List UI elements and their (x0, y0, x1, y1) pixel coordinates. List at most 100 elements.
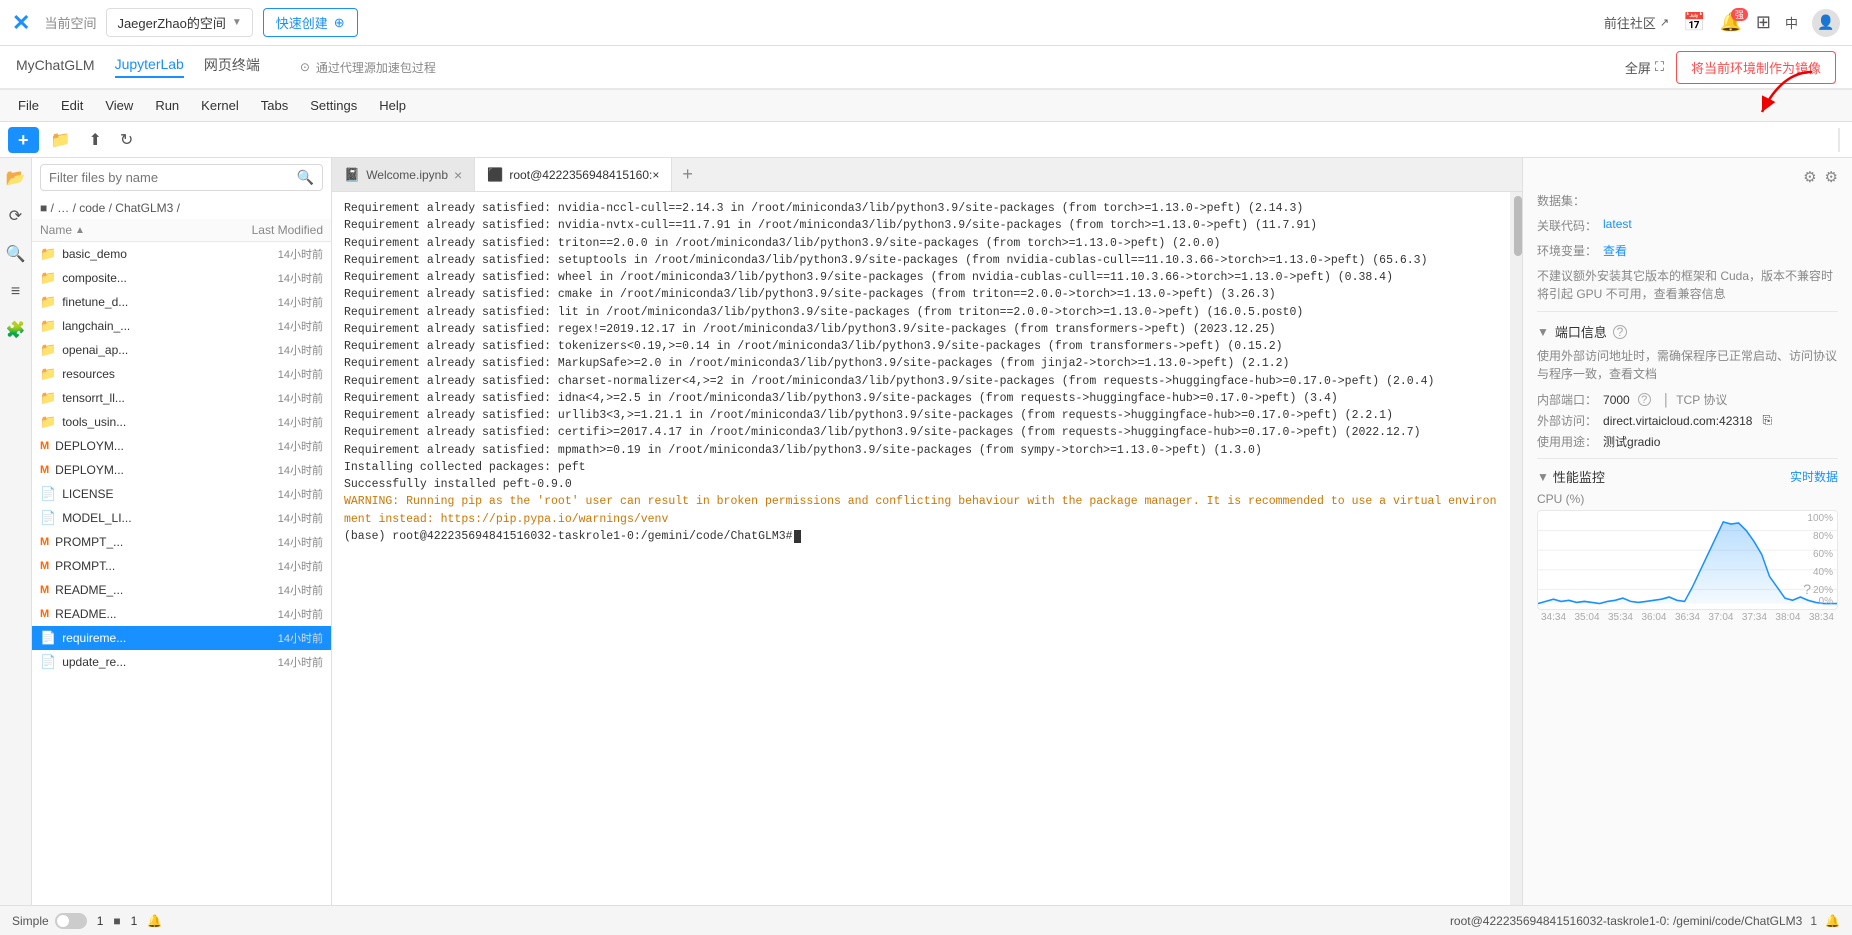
file-item[interactable]: 📁resources14小时前 (32, 362, 331, 386)
simple-toggle[interactable]: Simple (12, 913, 87, 929)
file-icon: 📄 (40, 486, 56, 502)
rp-env-warning: 不建议额外安装其它版本的框架和 Cuda，版本不兼容时将引起 GPU 不可用，查… (1537, 267, 1838, 303)
menu-settings[interactable]: Settings (300, 94, 367, 117)
file-item[interactable]: 📄LICENSE14小时前 (32, 482, 331, 506)
file-item[interactable]: 📁composite...14小时前 (32, 266, 331, 290)
upload-button[interactable]: 📁 (45, 128, 77, 152)
file-item[interactable]: MDEPLOYM...14小时前 (32, 458, 331, 482)
quick-create-button[interactable]: 快速创建 ⊕ (263, 8, 358, 37)
rp-internal-port-value: 7000 (1603, 393, 1630, 407)
tab-terminal[interactable]: ⬛ root@4222356948415160:× (475, 158, 672, 191)
avatar[interactable]: 👤 (1812, 9, 1840, 37)
rp-realtime-button[interactable]: 实时数据 (1790, 468, 1838, 485)
notification-badge: 强 (1731, 8, 1748, 21)
file-name: openai_ap... (62, 343, 253, 357)
file-date: 14小时前 (253, 270, 323, 286)
add-tab-button[interactable]: + (672, 164, 703, 185)
sidebar-search-icon[interactable]: 🔍 (4, 242, 28, 266)
file-date: 14小时前 (253, 438, 323, 454)
menu-help[interactable]: Help (369, 94, 416, 117)
rp-port-help-icon[interactable]: ? (1613, 325, 1627, 339)
file-item[interactable]: 📄update_re...14小时前 (32, 650, 331, 674)
toggle-track[interactable] (55, 913, 87, 929)
file-item[interactable]: MPROMPT_...14小时前 (32, 530, 331, 554)
rp-copy-icon[interactable]: ⎘ (1762, 413, 1772, 428)
rp-settings-icon[interactable]: ⚙ (1803, 168, 1816, 186)
menu-edit[interactable]: Edit (51, 94, 93, 117)
file-item[interactable]: 📄requireme...14小时前 (32, 626, 331, 650)
rp-external-value: direct.virtaicloud.com:42318 (1603, 414, 1752, 428)
search-box: 🔍 (40, 164, 323, 191)
status-bar-right: root@42223569484​15160​32-taskrole1-0: /… (1450, 914, 1840, 928)
menu-kernel[interactable]: Kernel (191, 94, 249, 117)
space-selector[interactable]: JaegerZhao的空间 ▼ (106, 8, 252, 37)
file-name: resources (62, 367, 253, 381)
menu-tabs[interactable]: Tabs (251, 94, 298, 117)
menu-file[interactable]: File (8, 94, 49, 117)
scrollbar[interactable] (1510, 192, 1522, 905)
tab-mychatglm[interactable]: MyChatGLM (16, 57, 95, 77)
apps-icon-btn[interactable]: ⊞ (1756, 12, 1771, 33)
terminal-warn-line: WARNING: Running pip as the 'root' user … (344, 493, 1498, 528)
plus-icon: ⊕ (334, 15, 345, 31)
file-item[interactable]: MREADME_...14小时前 (32, 578, 331, 602)
bell-icon-btn[interactable]: 🔔 强 (1719, 12, 1741, 33)
sidebar-running-icon[interactable]: ⟳ (4, 204, 28, 228)
cpu-time-label: 38:04 (1775, 612, 1800, 623)
sidebar-list-icon[interactable]: ≡ (4, 280, 28, 304)
rp-port-arrow[interactable]: ▼ (1537, 325, 1549, 339)
status-icon2: 🔔 (147, 914, 162, 928)
file-item[interactable]: 📁basic_demo14小时前 (32, 242, 331, 266)
new-file-button[interactable]: + (8, 127, 39, 153)
tab-jupyterlab[interactable]: JupyterLab (115, 56, 184, 78)
file-name: composite... (62, 271, 253, 285)
file-item[interactable]: 📁tensorrt_ll...14小时前 (32, 386, 331, 410)
col-name-header[interactable]: Name ▲ (40, 223, 243, 237)
file-item[interactable]: MDEPLOYM...14小时前 (32, 434, 331, 458)
proxy-tab[interactable]: ⊙ 通过代理源加速包过程 (300, 59, 436, 76)
file-date: 14小时前 (253, 558, 323, 574)
scroll-thumb[interactable] (1514, 196, 1522, 256)
cpu-0-label: 0% (1819, 596, 1833, 607)
right-panel: ⚙ ⚙ 数据集： 关联代码： latest 环境变量： 查看 不建议额外安装其它… (1522, 158, 1852, 905)
rp-related-code-value[interactable]: latest (1603, 217, 1838, 231)
search-input[interactable] (49, 170, 297, 185)
file-icon: 📄 (40, 510, 56, 526)
file-item[interactable]: 📁langchain_...14小时前 (32, 314, 331, 338)
cpu-help-icon[interactable]: ? (1803, 581, 1811, 597)
rp-port-help2-icon[interactable]: ? (1638, 393, 1651, 406)
file-item[interactable]: MPROMPT...14小时前 (32, 554, 331, 578)
file-item[interactable]: 📁finetune_d...14小时前 (32, 290, 331, 314)
cpu-time-label: 36:34 (1675, 612, 1700, 623)
rp-perf-arrow[interactable]: ▼ (1537, 470, 1549, 484)
terminal-line: Requirement already satisfied: tokenizer… (344, 338, 1498, 355)
cpu-chart: 100% 80% 60% 40% 20% 0% ? (1537, 510, 1838, 610)
tab-close-welcome[interactable]: × (454, 167, 462, 183)
rp-env-var-link[interactable]: 查看 (1603, 242, 1838, 259)
refresh-button[interactable]: ↻ (114, 128, 139, 152)
file-icon: M (40, 464, 49, 476)
file-item[interactable]: 📄MODEL_LI...14小时前 (32, 506, 331, 530)
file-item[interactable]: 📁tools_usin...14小时前 (32, 410, 331, 434)
sidebar-files-icon[interactable]: 📂 (4, 166, 28, 190)
file-date: 14小时前 (253, 630, 323, 646)
file-name: PROMPT... (55, 559, 253, 573)
community-link[interactable]: 前往社区 ↗ (1604, 13, 1669, 32)
menu-run[interactable]: Run (145, 94, 189, 117)
file-item[interactable]: 📁openai_ap...14小时前 (32, 338, 331, 362)
make-image-button[interactable]: 将当前环境制作为镜像 (1676, 51, 1836, 84)
fullscreen-button[interactable]: 全屏 ⛶ (1625, 58, 1664, 77)
calendar-icon-btn[interactable]: 📅 (1683, 12, 1705, 33)
current-space-label: 当前空间 (44, 13, 96, 32)
terminal-content[interactable]: Requirement already satisfied: nvidia-nc… (332, 192, 1510, 905)
status-bell-icon: 🔔 (1825, 914, 1840, 928)
tab-welcome[interactable]: 📓 Welcome.ipynb × (332, 158, 475, 191)
terminal-line: Requirement already satisfied: certifi>=… (344, 424, 1498, 441)
tab-terminal[interactable]: 网页终端 (204, 55, 260, 79)
sidebar-puzzle-icon[interactable]: 🧩 (4, 318, 28, 342)
file-item[interactable]: MREADME...14小时前 (32, 602, 331, 626)
menu-view[interactable]: View (95, 94, 143, 117)
language-button[interactable]: 中 (1785, 13, 1798, 32)
upload2-button[interactable]: ⬆ (82, 128, 107, 152)
rp-ellipsis-icon[interactable]: ⚙ (1825, 168, 1838, 186)
